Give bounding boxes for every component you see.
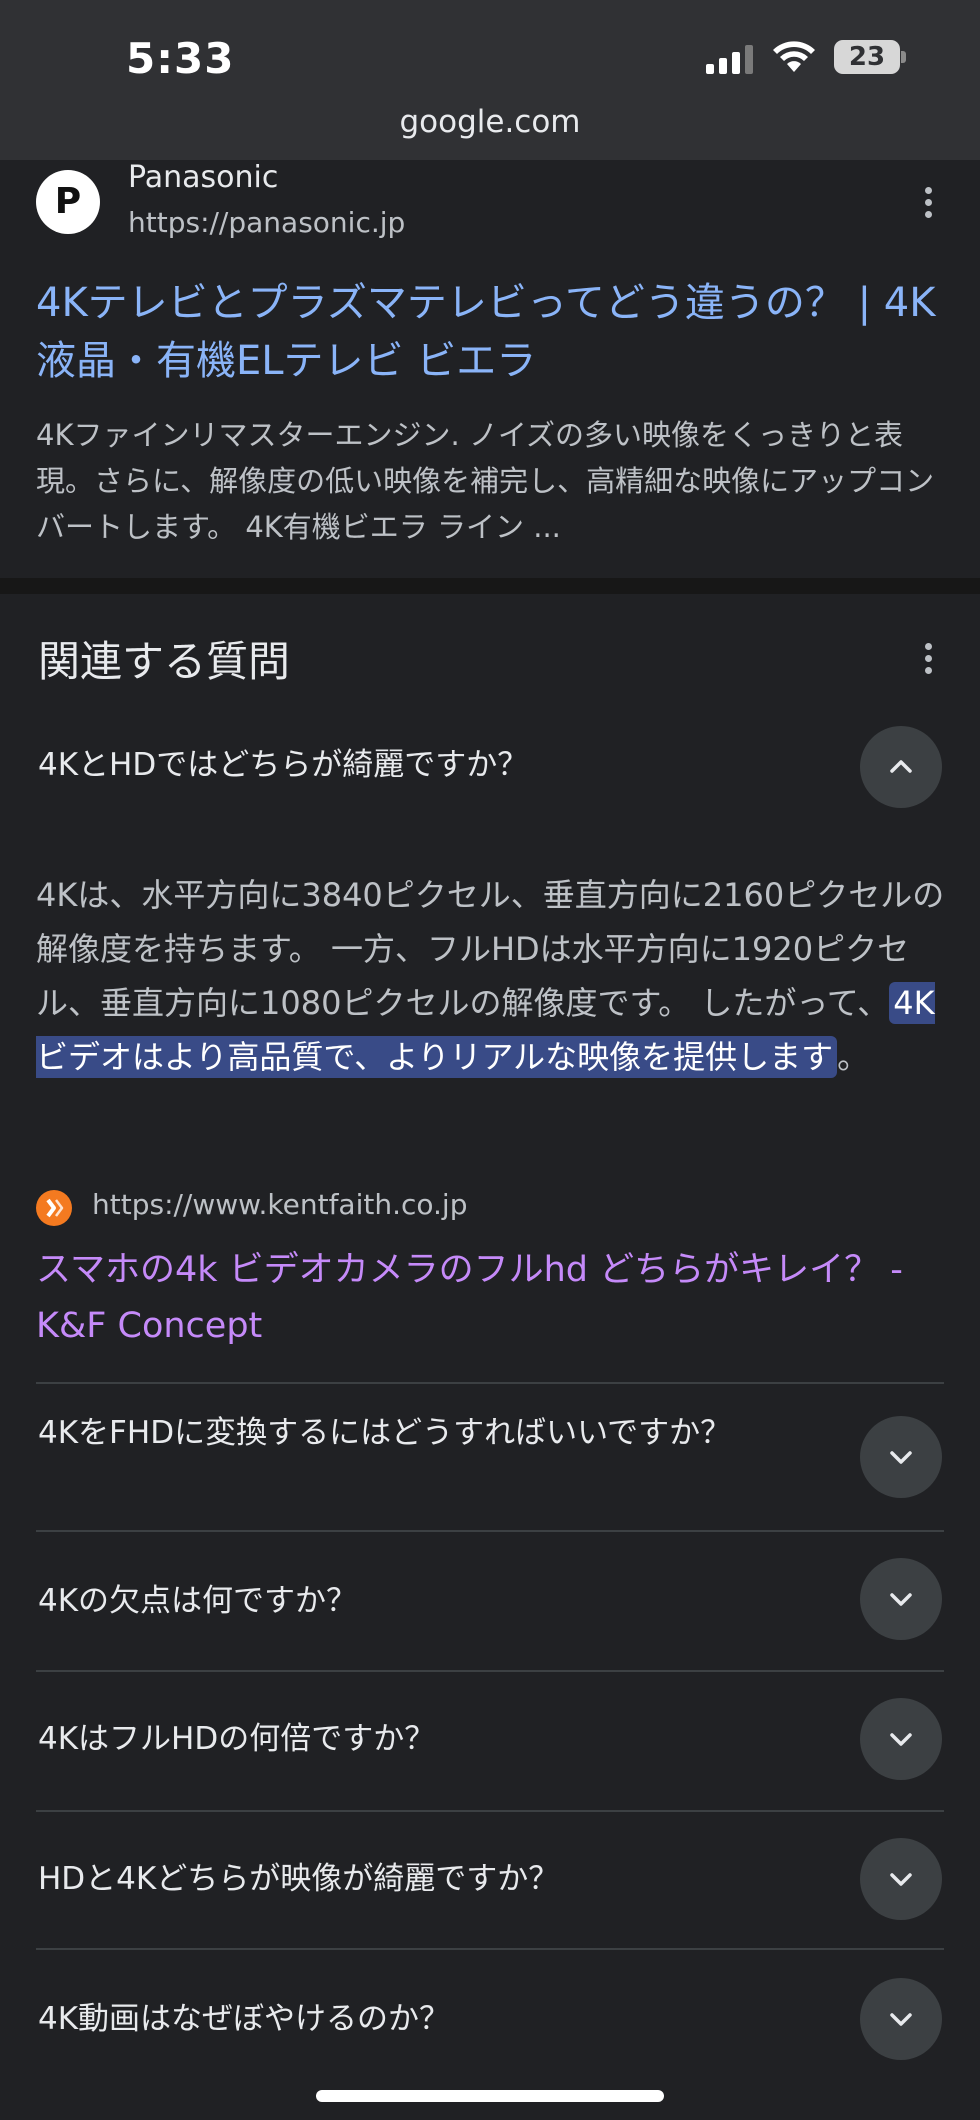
result-site-name[interactable]: Panasonic: [128, 160, 278, 195]
battery-level: 23: [848, 42, 886, 72]
answer-text: 4Kは、水平方向に3840ピクセル、垂直方向に2160ピクセルの解像度を持ちます…: [36, 876, 945, 1022]
related-questions-more-icon[interactable]: [908, 638, 948, 678]
expand-button[interactable]: [860, 1978, 942, 2060]
kentfaith-favicon-icon: [36, 1190, 72, 1226]
result-more-options-icon[interactable]: [908, 182, 948, 222]
source-title-link[interactable]: スマホの4k ビデオカメラのフルhd どちらがキレイ？ - K&F Concep…: [36, 1242, 946, 1354]
result-site-url[interactable]: https://panasonic.jp: [128, 206, 405, 239]
question-item[interactable]: 4KをFHDに変換するにはどうすればいいですか？: [38, 1412, 818, 1454]
panasonic-favicon-icon: P: [36, 170, 100, 234]
battery-icon: 23: [834, 40, 906, 74]
wifi-icon: [773, 41, 815, 72]
chevron-down-icon: [890, 1873, 912, 1886]
section-separator: [0, 578, 980, 594]
home-indicator[interactable]: [316, 2090, 664, 2102]
expand-button[interactable]: [860, 1698, 942, 1780]
result-title-link[interactable]: 4Kテレビとプラズマテレビってどう違うの？ | 4K液晶・有機ELテレビ ビエラ: [36, 274, 946, 390]
address-bar-url[interactable]: google.com: [0, 104, 980, 140]
answer-end: 。: [837, 1038, 870, 1076]
chevron-down-icon: [890, 1733, 912, 1746]
divider: [36, 1810, 944, 1812]
divider: [36, 1382, 944, 1384]
cellular-signal-icon: [706, 45, 753, 74]
chevron-down-icon: [890, 2013, 912, 2026]
status-time: 5:33: [126, 34, 235, 83]
expanded-answer: 4Kは、水平方向に3840ピクセル、垂直方向に2160ピクセルの解像度を持ちます…: [36, 868, 948, 1084]
question-item[interactable]: 4K動画はなぜぼやけるのか？: [38, 1998, 818, 2040]
question-item[interactable]: 4KはフルHDの何倍ですか？: [38, 1718, 818, 1760]
expand-button[interactable]: [860, 1838, 942, 1920]
source-url[interactable]: https://www.kentfaith.co.jp: [92, 1188, 467, 1221]
collapse-button[interactable]: [860, 726, 942, 808]
divider: [36, 1670, 944, 1672]
divider: [36, 1530, 944, 1532]
expand-button[interactable]: [860, 1558, 942, 1640]
question-item[interactable]: HDと4Kどちらが映像が綺麗ですか？: [38, 1858, 818, 1900]
question-item[interactable]: 4Kの欠点は何ですか？: [38, 1580, 818, 1622]
status-bar: 5:33 23 google.com: [0, 0, 980, 160]
related-questions-heading: 関連する質問: [38, 637, 291, 686]
expand-button[interactable]: [860, 1416, 942, 1498]
chevron-down-icon: [890, 1451, 912, 1464]
chevron-down-icon: [890, 1593, 912, 1606]
divider: [36, 1948, 944, 1950]
chevron-up-icon: [890, 760, 912, 773]
result-snippet: 4Kファインリマスターエンジン. ノイズの多い映像をくっきりと表現。さらに、解像…: [36, 418, 935, 544]
question-expanded[interactable]: 4KとHDではどちらが綺麗ですか？: [38, 744, 818, 786]
